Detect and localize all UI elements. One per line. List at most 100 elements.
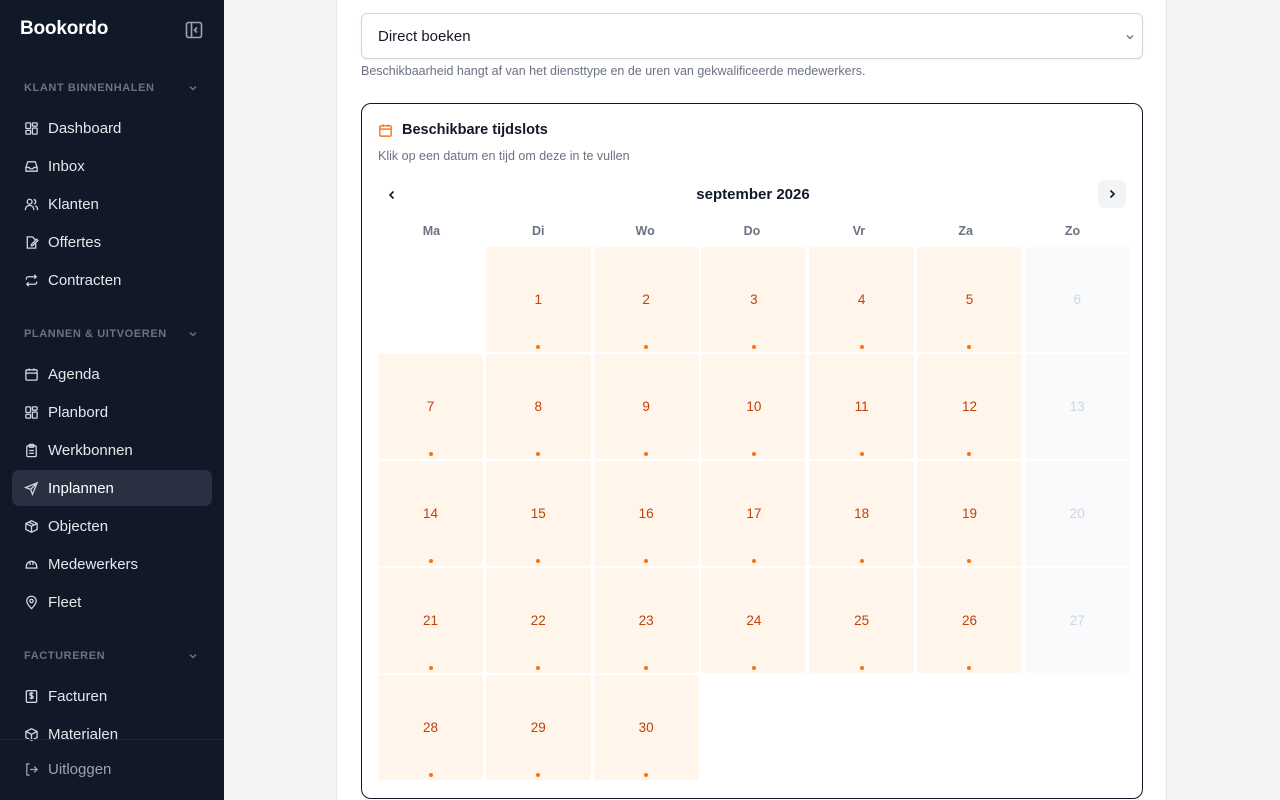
calendar-day-available[interactable]: 5 [916, 247, 1022, 352]
calendar-day-available[interactable]: 15 [485, 461, 591, 566]
calendar-day-unavailable: 6 [1024, 247, 1130, 352]
sidebar-item-objecten[interactable]: Objecten [12, 508, 212, 544]
calendar-day-available[interactable]: 21 [378, 568, 483, 673]
weekday-label: Wo [635, 224, 655, 238]
weekday-label: Do [743, 224, 761, 238]
box-icon [25, 519, 38, 533]
sidebar-item-dashboard[interactable]: Dashboard [12, 110, 212, 146]
calendar-day-number: 26 [961, 613, 977, 628]
logout-button[interactable]: Uitloggen [24, 761, 111, 778]
sidebar-item-planbord[interactable]: Planbord [12, 394, 212, 430]
calendar-day-available[interactable]: 2 [593, 247, 699, 352]
calendar-day-available[interactable]: 11 [809, 354, 915, 459]
calendar-day-available[interactable]: 8 [485, 354, 591, 459]
weekday-header: Ma Di Wo Do Vr Za Zo [378, 224, 1126, 242]
availability-helper-text: Beschikbaarheid hangt af van het dienstt… [361, 64, 866, 78]
sidebar-item-label: Dashboard [48, 119, 122, 137]
sidebar-item-klanten[interactable]: Klanten [12, 186, 212, 222]
calendar-day-available[interactable]: 19 [916, 461, 1022, 566]
sidebar-item-label: Werkbonnen [48, 441, 133, 459]
sidebar-item-offertes[interactable]: Offertes [12, 224, 212, 260]
calendar-day-number: 29 [530, 720, 546, 735]
calendar-day-number: 23 [638, 613, 654, 628]
calendar-day-number: 19 [961, 506, 977, 521]
calendar-day-available[interactable]: 23 [593, 568, 699, 673]
calendar-day-unavailable: 20 [1024, 461, 1130, 566]
booking-type-value: Direct boeken [378, 27, 471, 45]
calendar-day-available[interactable]: 4 [809, 247, 915, 352]
calendar-day-available[interactable]: 7 [378, 354, 483, 459]
collapse-sidebar-icon[interactable] [184, 20, 204, 40]
calendar-icon [25, 367, 38, 381]
map-pin-icon [26, 595, 37, 609]
sidebar-nav: KLANT BINNENHALEN Dashboard Inbox Klante… [0, 68, 224, 754]
calendar-day-number: 8 [534, 399, 543, 414]
sidebar-item-inbox[interactable]: Inbox [12, 148, 212, 184]
available-timeslots-card: Beschikbare tijdslots Klik op een datum … [361, 103, 1143, 799]
sidebar-item-werkbonnen[interactable]: Werkbonnen [12, 432, 212, 468]
sidebar-footer: Uitloggen [0, 739, 224, 800]
calendar-empty-cell [378, 247, 483, 352]
month-label: september 2026 [696, 186, 810, 203]
calendar-day-available[interactable]: 18 [809, 461, 915, 566]
calendar-day-available[interactable]: 17 [701, 461, 807, 566]
calendar-day-unavailable: 13 [1024, 354, 1130, 459]
calendar-day-available[interactable]: 16 [593, 461, 699, 566]
availability-dot [644, 559, 649, 563]
availability-dot [859, 345, 864, 349]
calendar-day-available[interactable]: 26 [916, 568, 1022, 673]
sidebar-item-agenda[interactable]: Agenda [12, 356, 212, 392]
calendar-day-number: 17 [746, 506, 762, 521]
chevron-down-icon [189, 86, 197, 91]
booking-type-select[interactable]: Direct boeken [361, 13, 1143, 59]
section-klant-binnenhalen[interactable]: KLANT BINNENHALEN [0, 68, 224, 108]
calendar-day-number: 7 [426, 399, 435, 414]
calendar-day-available[interactable]: 28 [378, 675, 483, 780]
sidebar-item-facturen[interactable]: Facturen [12, 678, 212, 714]
sidebar-item-fleet[interactable]: Fleet [12, 584, 212, 620]
calendar-day-available[interactable]: 14 [378, 461, 483, 566]
availability-dot [428, 666, 433, 670]
next-month-button[interactable] [1098, 180, 1126, 208]
calendar-day-available[interactable]: 9 [593, 354, 699, 459]
calendar-day-available[interactable]: 10 [701, 354, 807, 459]
calendar-day-number: 22 [530, 613, 546, 628]
calendar-day-unavailable: 27 [1024, 568, 1130, 673]
availability-dot [859, 666, 864, 670]
weekday-label: Ma [422, 224, 441, 238]
calendar-day-available[interactable]: 30 [593, 675, 699, 780]
calendar-day-available[interactable]: 1 [485, 247, 591, 352]
calendar-day-number: 27 [1069, 613, 1085, 628]
repeat-icon [25, 273, 38, 287]
availability-dot [536, 452, 541, 456]
calendar-day-available[interactable]: 12 [916, 354, 1022, 459]
sidebar-item-contracten[interactable]: Contracten [12, 262, 212, 298]
sidebar-item-label: Contracten [48, 271, 122, 289]
section-factureren[interactable]: FACTUREREN [0, 636, 224, 676]
availability-dot [644, 773, 649, 777]
weekday-label: Vr [852, 224, 866, 238]
dashboard-icon [25, 121, 38, 135]
users-icon [24, 198, 39, 210]
calendar-day-available[interactable]: 3 [701, 247, 807, 352]
document-edit-icon [26, 235, 39, 249]
availability-dot [751, 345, 756, 349]
calendar-day-available[interactable]: 29 [485, 675, 591, 780]
availability-dot [644, 345, 649, 349]
calendar-day-available[interactable]: 25 [809, 568, 915, 673]
calendar-day-number: 28 [422, 720, 439, 735]
calendar-day-available[interactable]: 22 [485, 568, 591, 673]
section-plannen-uitvoeren[interactable]: PLANNEN & UITVOEREN [0, 314, 224, 354]
sidebar-item-label: Klanten [48, 195, 99, 213]
calendar-grid: 1 2 3 4 5 6 7 8 9 10 11 12 13 14 15 16 17 18 19 20 21 22 23 24 2… [378, 247, 1130, 780]
calendar-day-available[interactable]: 24 [701, 568, 807, 673]
chevron-down-icon [189, 332, 197, 337]
grid-icon [25, 405, 38, 419]
sidebar-item-inplannen[interactable]: Inplannen [12, 470, 212, 506]
booking-panel: Direct boeken Beschikbaarheid hangt af v… [336, 0, 1167, 800]
calendar-day-number: 9 [642, 399, 650, 414]
invoice-icon [25, 689, 38, 703]
sidebar-item-medewerkers[interactable]: Medewerkers [12, 546, 212, 582]
logout-label: Uitloggen [48, 761, 112, 778]
availability-dot [644, 452, 649, 456]
